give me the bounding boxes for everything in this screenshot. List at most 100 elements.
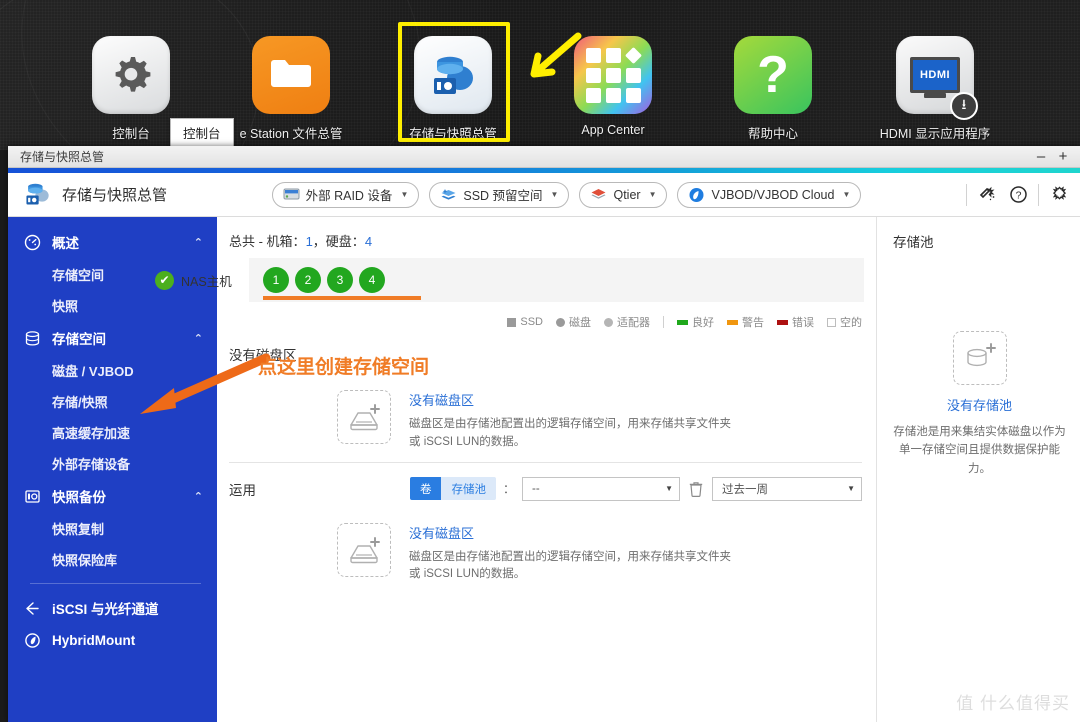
chevron-up-icon[interactable]: ⌃ [194,332,203,345]
hdmi-screen: HDMI [910,57,960,98]
chevron-down-icon: ▼ [648,190,657,199]
toggle-storage-pool[interactable]: 存储池 [441,477,496,501]
vjbod-cloud-button[interactable]: VJBOD/VJBOD Cloud ▼ [677,181,862,208]
sidebar-item-external-storage[interactable]: 外部存储设备 [8,448,217,479]
desktop-icon-control-panel[interactable]: 控制台 [56,36,206,142]
qtier-layers-icon [590,187,607,202]
usage-scope-toggle: 卷 存储池 [409,477,496,501]
sidebar-item-hybridmount[interactable]: HybridMount [8,624,217,656]
empty-volume-state-bottom: 没有磁盘区 磁盘区是由存储池配置出的逻辑存储空间，用来存储共享文件夹或 iSCS… [217,501,876,585]
summary-prefix: 总共 - 机箱： [229,234,306,249]
desktop-icon-label: 帮助中心 [747,127,798,141]
sidebar-divider [30,583,201,584]
empty-volume-link-bottom[interactable]: 没有磁盘区 [409,523,739,542]
storage-snapshot-icon-small [22,180,52,210]
drive-bay[interactable]: 3 [327,267,353,293]
ssd-overprovision-label: SSD 预留空间 [463,189,543,203]
legend-label: 适配器 [617,317,650,329]
desktop-icon-label: HDMI 显示应用程序 [879,127,991,141]
chevron-up-icon[interactable]: ⌃ [194,490,203,503]
sidebar-item-iscsi-fibre-channel[interactable]: iSCSI 与光纤通道 [8,592,217,624]
empty-volume-text-bottom: 没有磁盘区 磁盘区是由存储池配置出的逻辑存储空间，用来存储共享文件夹或 iSCS… [409,523,739,585]
window-titlebar[interactable]: 存储与快照总管 – + [8,146,1080,168]
sidebar-item-overview-snapshot[interactable]: 快照 [8,290,217,321]
empty-volume-link[interactable]: 没有磁盘区 [409,390,739,409]
storage-pool-description: 存储池是用来集结实体磁盘以作为单一存储空间且提供数据保护能力。 [893,426,1066,475]
legend-item-empty: 空的 [827,314,862,330]
sidebar-item-snapshot-vault[interactable]: 快照保险库 [8,544,217,575]
hdmi-monitor-icon: HDMI ⭳ [896,36,978,120]
enclosure-selection-underline [263,296,421,300]
add-volume-icon[interactable] [337,522,391,577]
empty-volume-description: 磁盘区是由存储池配置出的逻辑存储空间，用来存储共享文件夹或 iSCSI LUN的… [409,418,731,448]
vjbod-cloud-label: VJBOD/VJBOD Cloud [711,187,835,202]
add-storage-pool-icon[interactable] [952,331,1007,385]
legend-label: SSD [520,316,543,328]
drive-bay[interactable]: 4 [359,267,385,293]
sidebar-group-label: 概述 [52,236,79,251]
legend-label: 良好 [692,317,714,329]
sidebar-item-storage-snapshot[interactable]: 存储/快照 [8,386,217,417]
question-mark-icon: ? [734,36,812,114]
ssd-overprovision-button[interactable]: SSD 预留空间 ▼ [429,181,570,208]
sidebar-navigation: 概述 ⌃ 存储空间 快照 存储空间 ⌃ 磁盘 / VJBOD 存储/快照 高速缓… [8,217,217,722]
empty-volume-description-bottom: 磁盘区是由存储池配置出的逻辑存储空间，用来存储共享文件夹或 iSCSI LUN的… [409,550,731,581]
desktop-background: 控制台 e Station 文件总管 存储与快照总管 App Center ? … [0,0,1080,150]
settings-icon[interactable] [1048,184,1070,206]
window-body: 概述 ⌃ 存储空间 快照 存储空间 ⌃ 磁盘 / VJBOD 存储/快照 高速缓… [8,217,1080,722]
minimize-button[interactable]: – [1030,148,1052,165]
desktop-icon-help-center[interactable]: ? 帮助中心 [698,36,848,142]
usage-colon: ： [502,482,515,497]
disk-stack-icon [24,330,46,347]
dashboard-icon [24,234,46,251]
chevron-down-icon: ▼ [842,190,851,199]
legend-item-ssd: SSD [507,316,543,328]
add-volume-icon[interactable] [337,390,391,444]
main-content: 总共 - 机箱：1，硬盘：4 ✔ NAS主机 1 2 3 4 SSD 磁盘 适配… [155,217,1080,722]
legend-item-adapter: 适配器 [604,314,650,330]
gear-icon [92,36,170,114]
sidebar-group-snapshot-backup[interactable]: 快照备份 ⌃ [8,479,217,513]
app-title: 存储与快照总管 [62,187,168,204]
center-column: 总共 - 机箱：1，硬盘：4 ✔ NAS主机 1 2 3 4 SSD 磁盘 适配… [155,217,877,722]
nas-host-label: NAS主机 [181,274,232,289]
legend-label: 警告 [742,317,764,329]
svg-text:?: ? [1015,190,1021,202]
sidebar-item-cache-acceleration[interactable]: 高速缓存加速 [8,417,217,448]
storage-pool-title: 存储池 [893,235,934,250]
wizard-icon[interactable] [976,184,998,206]
empty-volume-text: 没有磁盘区 磁盘区是由存储池配置出的逻辑存储空间，用来存储共享文件夹或 iSCS… [409,390,739,452]
legend-label: 磁盘 [569,317,591,329]
monitor-stand [924,93,946,98]
external-raid-button[interactable]: 外部 RAID 设备 ▼ [271,181,420,208]
time-range-select[interactable]: 过去一周 ▼ [712,476,862,501]
legend-separator [663,316,664,328]
enclosure-summary: 总共 - 机箱：1，硬盘：4 [217,217,876,258]
trash-icon[interactable] [687,481,705,497]
drive-bay[interactable]: 2 [295,267,321,293]
desktop-icon-file-station[interactable]: e Station 文件总管 [216,36,366,142]
folder-icon [252,36,330,114]
check-icon: ✔ [155,270,174,290]
toggle-volume[interactable]: 卷 [409,477,442,501]
drive-bay[interactable]: 1 [263,267,289,293]
chevron-up-icon[interactable]: ⌃ [194,236,203,249]
storage-pool-empty-link[interactable]: 没有存储池 [893,395,1066,414]
toolbar-separator [966,183,967,206]
sidebar-group-storage[interactable]: 存储空间 ⌃ [8,321,217,355]
sidebar-item-snapshot-replica[interactable]: 快照复制 [8,513,217,544]
maximize-button[interactable]: + [1052,148,1074,165]
qtier-button[interactable]: Qtier ▼ [579,181,668,208]
app-grid-icon [574,36,652,114]
window-title: 存储与快照总管 [20,150,105,164]
storage-manager-window: 存储与快照总管 – + 存储与快照总管 外部 RAID 设备 ▼ SSD 预留空… [8,146,1080,722]
desktop-icon-hdmi-app[interactable]: HDMI ⭳ HDMI 显示应用程序 [860,36,1010,142]
help-icon[interactable]: ? [1007,184,1029,206]
tooltip-control-panel: 控制台 [170,118,234,147]
usage-target-select[interactable]: -- ▼ [522,476,680,501]
disk-status-legend: SSD 磁盘 适配器 良好 警告 错误 空的 [217,302,876,340]
usage-target-value: -- [532,482,540,495]
sidebar-item-disk-vjbod[interactable]: 磁盘 / VJBOD [8,355,217,386]
nas-host-status: ✔ NAS主机 [155,270,232,290]
sidebar-group-overview[interactable]: 概述 ⌃ [8,225,217,259]
